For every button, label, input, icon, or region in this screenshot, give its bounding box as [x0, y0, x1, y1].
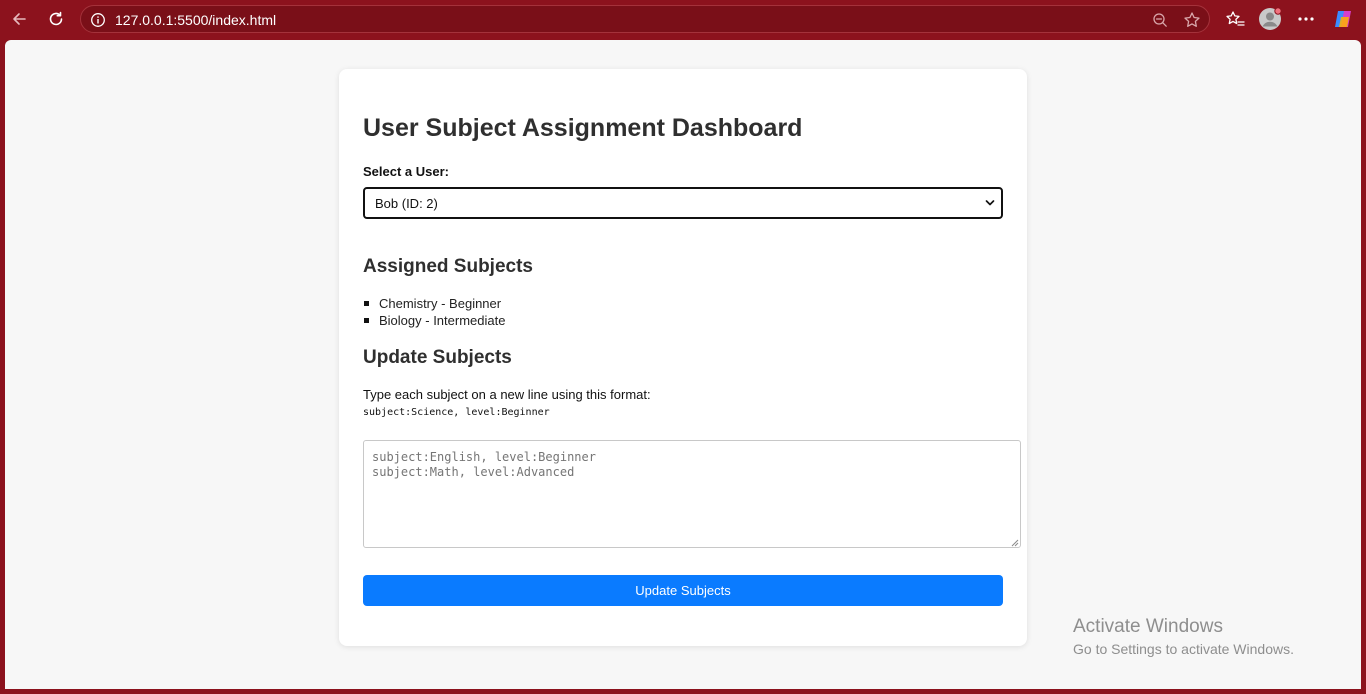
more-icon[interactable]	[1293, 7, 1319, 31]
zoom-out-icon[interactable]	[1147, 8, 1173, 32]
watermark-subtitle: Go to Settings to activate Windows.	[1073, 641, 1294, 657]
format-example: subject:Science, level:Beginner	[363, 407, 550, 418]
chevron-down-icon	[985, 200, 995, 206]
format-instructions: Type each subject on a new line using th…	[363, 387, 651, 402]
update-subjects-button[interactable]: Update Subjects	[363, 575, 1003, 606]
url-text[interactable]: 127.0.0.1:5500/index.html	[115, 12, 276, 28]
update-subjects-heading: Update Subjects	[363, 347, 512, 368]
list-item: Chemistry - Beginner	[363, 295, 505, 312]
subjects-textarea[interactable]	[363, 440, 1021, 548]
list-item: Biology - Intermediate	[363, 312, 505, 329]
info-icon[interactable]	[85, 8, 111, 32]
select-user-label: Select a User:	[363, 164, 449, 179]
selected-user-value: Bob (ID: 2)	[375, 195, 438, 211]
refresh-icon[interactable]	[43, 7, 69, 31]
favorites-list-icon[interactable]	[1222, 7, 1248, 31]
back-icon[interactable]	[6, 7, 32, 31]
profile-avatar[interactable]	[1256, 7, 1284, 31]
dashboard-card: User Subject Assignment Dashboard Select…	[339, 69, 1027, 646]
copilot-icon[interactable]	[1330, 7, 1356, 31]
windows-activation-watermark: Activate Windows Go to Settings to activ…	[1073, 616, 1294, 657]
browser-toolbar: 127.0.0.1:5500/index.html	[0, 0, 1366, 38]
page-viewport: User Subject Assignment Dashboard Select…	[5, 40, 1361, 689]
resize-grip-icon[interactable]	[1011, 539, 1019, 547]
address-bar[interactable]: 127.0.0.1:5500/index.html	[80, 5, 1210, 33]
assigned-subjects-heading: Assigned Subjects	[363, 256, 533, 277]
page-title: User Subject Assignment Dashboard	[363, 114, 803, 142]
watermark-title: Activate Windows	[1073, 616, 1223, 637]
favorite-star-icon[interactable]	[1179, 8, 1205, 32]
user-select[interactable]: Bob (ID: 2)	[363, 187, 1003, 219]
assigned-subjects-list: Chemistry - Beginner Biology - Intermedi…	[363, 295, 505, 329]
